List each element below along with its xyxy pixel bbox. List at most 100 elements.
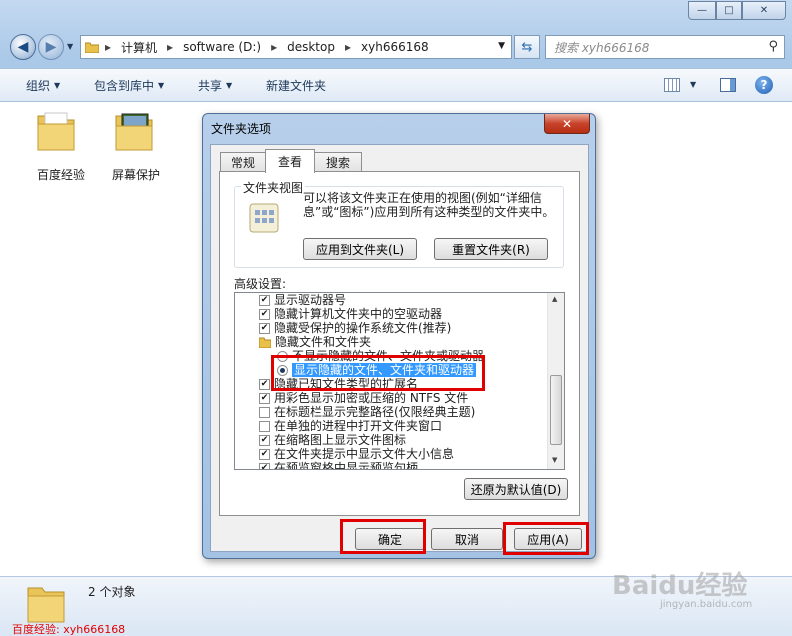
folder-views-group: 文件夹视图 可以将该文件夹正在使用的视图(例如“详细信息”或“图标”)应用到所有…	[234, 179, 564, 268]
breadcrumb-computer[interactable]: 计算机	[121, 39, 157, 56]
share-menu[interactable]: 共享 ▼	[198, 77, 232, 94]
tab-search[interactable]: 搜索	[314, 152, 362, 172]
apply-to-folders-button[interactable]: 应用到文件夹(L)	[303, 238, 417, 260]
include-in-library-label: 包含到库中	[94, 79, 155, 93]
checkbox-checked-icon[interactable]: ✔	[259, 462, 270, 469]
maximize-button[interactable]: □	[716, 1, 742, 20]
close-icon: ✕	[561, 116, 573, 131]
file-name: 屏幕保护	[111, 168, 160, 182]
setting-label: 在单独的进程中打开文件夹窗口	[274, 419, 443, 433]
setting-label: 在文件夹提示中显示文件大小信息	[274, 447, 455, 461]
maximize-icon: □	[724, 5, 734, 16]
checkbox-unchecked-icon[interactable]	[259, 420, 270, 432]
checkbox-checked-icon[interactable]: ✔	[259, 392, 270, 404]
organize-label: 组织	[26, 79, 51, 93]
breadcrumb-folder[interactable]: xyh666168	[361, 40, 429, 54]
checkbox-checked-icon[interactable]: ✔	[259, 294, 270, 306]
address-dropdown-icon[interactable]: ▼	[498, 41, 505, 51]
setting-checkbox-row[interactable]: ✔ 在预览窗格中显示预览句柄	[259, 461, 418, 469]
preview-pane-icon[interactable]	[720, 78, 736, 92]
annotation-box	[340, 519, 426, 554]
include-in-library-menu[interactable]: 包含到库中 ▼	[94, 77, 164, 94]
breadcrumb-desktop[interactable]: desktop	[287, 40, 335, 54]
refresh-icon: ⇆	[521, 39, 533, 55]
setting-label: 在标题栏显示完整路径(仅限经典主题)	[274, 405, 476, 419]
setting-label: 隐藏计算机文件夹中的空驱动器	[274, 307, 443, 321]
vertical-scrollbar[interactable]: ▲ ▼	[547, 293, 564, 469]
restore-defaults-button[interactable]: 还原为默认值(D)	[464, 478, 568, 500]
reset-folders-button[interactable]: 重置文件夹(R)	[434, 238, 548, 260]
view-dropdown-icon[interactable]: ▼	[690, 80, 696, 89]
share-label: 共享	[198, 79, 223, 93]
folder-icon	[259, 337, 271, 348]
title-bar: — □ ✕	[0, 0, 792, 28]
address-bar[interactable]: ▸ 计算机 ▸ software (D:) ▸ desktop ▸ xyh666…	[80, 35, 512, 59]
dialog-close-button[interactable]: ✕	[544, 114, 590, 134]
close-window-button[interactable]: ✕	[742, 1, 786, 20]
details-pane: 2 个对象 百度经验: xyh666168 Baidu经验 jingyan.ba…	[0, 571, 792, 636]
setting-checkbox-row[interactable]: 在标题栏显示完整路径(仅限经典主题)	[259, 405, 475, 419]
advanced-settings-label: 高级设置:	[234, 277, 287, 291]
setting-label: 用彩色显示加密或压缩的 NTFS 文件	[274, 391, 469, 405]
folder-views-description: 可以将该文件夹正在使用的视图(例如“详细信息”或“图标”)应用到所有这种类型的文…	[303, 191, 555, 219]
dialog-body: 常规 查看 搜索 文件夹视图 可以将该文件夹正在使用的视图(例如“详细信息”或“…	[210, 144, 589, 552]
folder-options-dialog: 文件夹选项 ✕ 常规 查看 搜索 文件夹视图 可以将该文件夹正在使用的视图(例如…	[202, 113, 596, 559]
minimize-icon: —	[697, 5, 707, 16]
setting-checkbox-row[interactable]: ✔ 显示驱动器号	[259, 293, 346, 307]
scroll-up-icon[interactable]: ▲	[552, 295, 557, 303]
navigation-bar: ◀ ▶ ▼ ▸ 计算机 ▸ software (D:) ▸ desktop ▸ …	[0, 30, 792, 64]
organize-menu[interactable]: 组织 ▼	[26, 77, 60, 94]
close-icon: ✕	[759, 5, 769, 16]
file-item[interactable]: 百度经验	[30, 110, 90, 182]
breadcrumb-sep-icon: ▸	[167, 40, 174, 54]
setting-checkbox-row[interactable]: ✔ 在文件夹提示中显示文件大小信息	[259, 447, 454, 461]
file-name: 百度经验	[36, 168, 85, 182]
folder-view-icon	[249, 203, 279, 233]
setting-checkbox-row[interactable]: ✔ 在缩略图上显示文件图标	[259, 433, 406, 447]
breadcrumb-sep-icon: ▸	[344, 40, 352, 54]
help-icon[interactable]: ?	[755, 76, 773, 94]
folder-icon	[37, 112, 75, 151]
chevron-down-icon: ▼	[226, 81, 233, 90]
folder-icon	[115, 113, 153, 151]
new-folder-label: 新建文件夹	[266, 79, 327, 93]
watermark-caption: 百度经验: xyh666168	[12, 623, 126, 636]
breadcrumb-drive[interactable]: software (D:)	[183, 40, 261, 54]
setting-label: 显示驱动器号	[274, 293, 347, 307]
refresh-button[interactable]: ⇆	[514, 35, 540, 59]
tab-view[interactable]: 查看	[265, 149, 315, 173]
change-view-icon[interactable]	[664, 78, 680, 92]
tab-general[interactable]: 常规	[220, 152, 266, 172]
scroll-thumb[interactable]	[550, 375, 562, 445]
chevron-down-icon: ▼	[158, 81, 165, 90]
back-arrow-icon: ◀	[17, 39, 29, 55]
recent-pages-chevron-icon[interactable]: ▼	[67, 42, 73, 51]
checkbox-checked-icon[interactable]: ✔	[259, 308, 270, 320]
setting-checkbox-row[interactable]: ✔ 用彩色显示加密或压缩的 NTFS 文件	[259, 391, 468, 405]
item-count: 2 个对象	[88, 585, 136, 599]
breadcrumb-sep-icon: ▸	[271, 40, 278, 54]
new-folder-button[interactable]: 新建文件夹	[266, 77, 326, 94]
annotation-box	[503, 522, 589, 555]
folder-icon	[85, 42, 99, 53]
minimize-button[interactable]: —	[688, 1, 716, 20]
checkbox-checked-icon[interactable]: ✔	[259, 322, 270, 334]
search-input[interactable]: 搜索 xyh666168 ⚲	[545, 35, 785, 59]
setting-checkbox-row[interactable]: ✔ 隐藏计算机文件夹中的空驱动器	[259, 307, 442, 321]
search-placeholder: 搜索 xyh666168	[554, 40, 650, 55]
checkbox-checked-icon[interactable]: ✔	[259, 448, 270, 460]
scroll-down-icon[interactable]: ▼	[552, 456, 557, 464]
back-button[interactable]: ◀	[10, 34, 36, 60]
setting-checkbox-row[interactable]: 在单独的进程中打开文件夹窗口	[259, 419, 442, 433]
checkbox-checked-icon[interactable]: ✔	[259, 378, 270, 390]
search-icon[interactable]: ⚲	[768, 39, 778, 54]
setting-group-row: 隐藏文件和文件夹	[259, 335, 371, 349]
chevron-down-icon: ▼	[54, 81, 61, 90]
checkbox-checked-icon[interactable]: ✔	[259, 434, 270, 446]
forward-button[interactable]: ▶	[38, 34, 64, 60]
setting-label: 隐藏文件和文件夹	[275, 335, 372, 349]
file-item[interactable]: 屏幕保护	[104, 110, 168, 182]
setting-checkbox-row[interactable]: ✔ 隐藏受保护的操作系统文件(推荐)	[259, 321, 451, 335]
cancel-button[interactable]: 取消	[431, 528, 503, 550]
checkbox-unchecked-icon[interactable]	[259, 406, 270, 418]
